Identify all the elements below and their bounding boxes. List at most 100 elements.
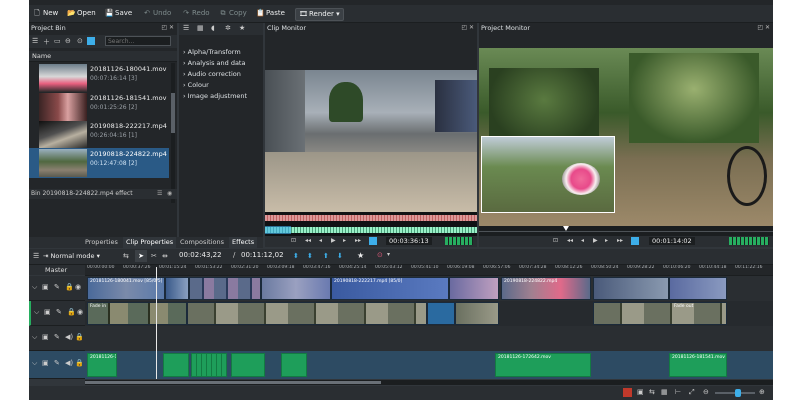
step-forward-icon[interactable]: ▸	[343, 237, 346, 244]
play-icon[interactable]: ▶	[331, 237, 336, 244]
bin-search-input[interactable]	[105, 36, 171, 46]
tab-properties[interactable]: Properties	[85, 238, 118, 246]
tab-compositions[interactable]: Compositions	[180, 238, 224, 246]
bin-folder-icon[interactable]: ▭	[54, 37, 61, 45]
zone-icon[interactable]	[369, 237, 377, 245]
bin-add-icon[interactable]: ＋	[43, 37, 50, 47]
edit-mode-select[interactable]: ⇥ Normal mode ▾	[43, 251, 100, 261]
project-ruler[interactable]	[479, 226, 773, 236]
lock-icon[interactable]: 🔒	[75, 359, 84, 367]
audio-clip[interactable]	[163, 353, 189, 377]
timeline-clip[interactable]	[455, 302, 499, 325]
lock-icon[interactable]: 🔒	[65, 283, 74, 291]
record-icon[interactable]: ⊙	[377, 251, 383, 259]
bin-menu-icon[interactable]: ☰	[32, 37, 38, 45]
track-lane-a2[interactable]	[85, 326, 773, 351]
audio-clip[interactable]: 20181126-181541.mov	[669, 353, 727, 377]
bin-tag-icon[interactable]: ⊙	[77, 37, 83, 45]
bin-scrollbar-thumb[interactable]	[171, 93, 175, 133]
rewind-icon[interactable]: ◂◂	[567, 237, 573, 244]
fast-forward-icon[interactable]: ▸▸	[617, 237, 623, 244]
spacer-tool-icon[interactable]: ⇹	[162, 252, 168, 260]
timeline-clip[interactable]: Fade in	[87, 302, 187, 325]
video-track-icon[interactable]: ▣	[42, 283, 49, 291]
snap-icon[interactable]: ▣	[637, 388, 644, 396]
lock-icon[interactable]: 🔒	[67, 308, 76, 316]
save-button[interactable]: 💾Save	[105, 7, 132, 19]
zoom-icon[interactable]: ⊡	[553, 237, 558, 244]
float-icon[interactable]: ◰	[161, 24, 167, 31]
step-back-icon[interactable]: ◂	[581, 237, 584, 244]
thumbnail-icon[interactable]: ▦	[661, 388, 668, 396]
tab-effects[interactable]: Effects	[229, 237, 258, 248]
audio-clip[interactable]: 20181126-1	[87, 353, 117, 377]
extract-icon[interactable]: ⬇	[337, 252, 343, 260]
lock-icon[interactable]: 🔒	[75, 333, 84, 341]
zoom-slider-handle[interactable]	[735, 389, 741, 397]
effect-category[interactable]: › Analysis and data	[183, 58, 247, 69]
track-header-a2[interactable]: ⌵ ▣ ✎ ◀) 🔒	[29, 326, 85, 351]
bin-item-selected[interactable]: 20190818-224822.mp4 00:12:47:08 [2]	[29, 148, 169, 178]
speaker-icon[interactable]: ◀)	[65, 333, 73, 341]
timeline-clip[interactable]: 20190818-222217.mp4 [85/0]	[331, 277, 449, 300]
audio-clip[interactable]: 20181126-172642.mov	[495, 353, 591, 377]
tab-clip-properties[interactable]: Clip Properties	[123, 237, 177, 248]
fast-forward-icon[interactable]: ▸▸	[355, 237, 361, 244]
edit-icon[interactable]: ✎	[56, 308, 62, 316]
video-effect-icon[interactable]: ▦	[197, 24, 204, 32]
lift-icon[interactable]: ⬆	[323, 252, 329, 260]
cut-tool-icon[interactable]: ✂	[151, 252, 157, 260]
audio-track-icon[interactable]: ▣	[42, 333, 49, 341]
edit-icon[interactable]: ✎	[54, 333, 60, 341]
select-tool-icon[interactable]: ➤	[135, 250, 147, 262]
edit-icon[interactable]: ✎	[54, 359, 60, 367]
track-header-v2[interactable]: ⌵ ▣ ✎ 🔒 ◉	[29, 276, 85, 301]
track-header-a1[interactable]: ⌵ ▣ ✎ ◀) 🔒	[29, 351, 85, 379]
audio-track-icon[interactable]: ▣	[42, 359, 49, 367]
timeline-clip[interactable]	[593, 277, 669, 300]
effect-eye-icon[interactable]: ◉	[167, 190, 172, 197]
visibility-icon[interactable]: ◉	[77, 308, 83, 316]
step-back-icon[interactable]: ◂	[319, 237, 322, 244]
open-button[interactable]: 📂Open	[67, 7, 96, 19]
favorite-icon[interactable]: ★	[239, 24, 245, 32]
zoom-in-icon[interactable]: ⊕	[759, 388, 765, 396]
bin-view-icon[interactable]	[87, 37, 95, 45]
timeline-clip[interactable]	[165, 277, 189, 300]
insert-icon[interactable]: ⬍	[293, 252, 299, 260]
copy-button[interactable]: ⧉ Copy	[219, 7, 247, 19]
favorite-icon[interactable]: ★	[357, 251, 364, 260]
timeline-ruler[interactable]: 00:00:00:00 00:00:37:26 00:01:15:24 00:0…	[85, 265, 773, 276]
zoom-out-icon[interactable]: ⊖	[703, 388, 709, 396]
timeline-playhead[interactable]	[156, 267, 157, 379]
record-icon[interactable]	[623, 388, 632, 397]
float-icon[interactable]: ◰	[757, 24, 763, 31]
collapse-icon[interactable]: ⌵	[34, 308, 39, 317]
close-icon[interactable]: ✕	[765, 24, 770, 31]
overwrite-icon[interactable]: ⬍	[307, 252, 313, 260]
timeline-clip[interactable]: 20181126-180041.mov [85/0/5]	[87, 277, 165, 300]
edit-icon[interactable]: ✎	[54, 283, 60, 291]
chevron-down-icon[interactable]: ▾	[387, 251, 390, 258]
audio-clip[interactable]	[191, 353, 227, 377]
master-header[interactable]: Master	[29, 265, 85, 275]
video-track-icon[interactable]: ▣	[44, 308, 51, 316]
effect-category[interactable]: › Alpha/Transform	[183, 47, 247, 58]
play-icon[interactable]: ▶	[593, 237, 598, 244]
collapse-icon[interactable]: ⌵	[32, 283, 37, 292]
speaker-icon[interactable]: ◀)	[65, 359, 73, 367]
bin-item[interactable]: 20181126-181541.mov 00:01:25:26 [2]	[29, 92, 169, 122]
zoom-icon[interactable]: ⊡	[291, 237, 296, 244]
redo-button[interactable]: ↷ Redo	[182, 7, 210, 19]
audio-clip[interactable]	[231, 353, 265, 377]
audio-effect-icon[interactable]: ◖	[211, 24, 215, 32]
menu-icon[interactable]: ☰	[183, 24, 189, 32]
project-timecode[interactable]: 00:01:14:02	[649, 237, 695, 245]
rewind-icon[interactable]: ◂◂	[305, 237, 311, 244]
effect-category[interactable]: › Colour	[183, 80, 247, 91]
timeline-clip[interactable]: Fade out	[593, 302, 727, 325]
audio-clip[interactable]	[281, 353, 307, 377]
undo-button[interactable]: ↶ Undo	[143, 7, 171, 19]
paste-button[interactable]: 📋Paste	[256, 7, 285, 19]
timeline-clip[interactable]	[449, 277, 499, 300]
